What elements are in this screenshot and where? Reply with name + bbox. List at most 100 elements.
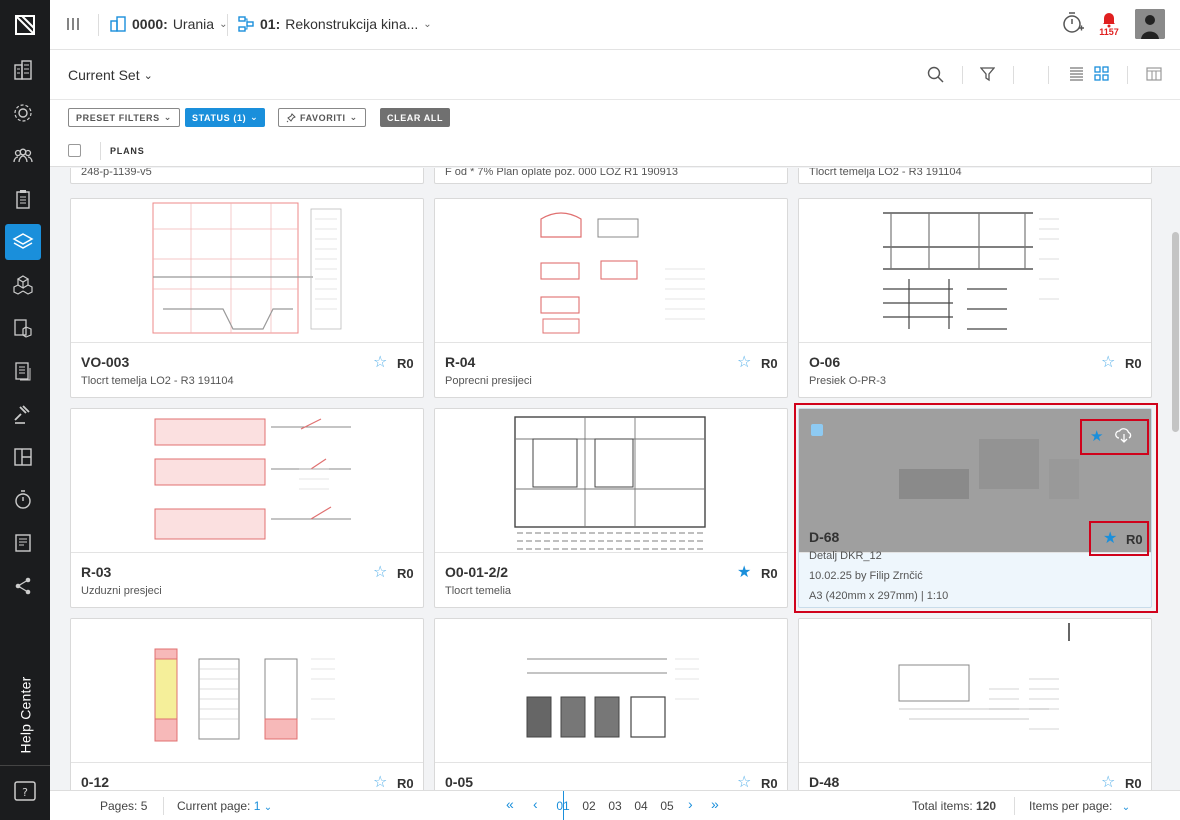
filter-chips-row: PRESET FILTERS ⌄ STATUS (1) ⌄ FAVORITI ⌄… — [50, 100, 1180, 134]
favoriti-filter-button[interactable]: FAVORITI ⌄ — [278, 108, 366, 127]
toolbar-separator — [962, 66, 963, 84]
footer-separator — [163, 797, 164, 815]
buildings-icon[interactable] — [5, 52, 41, 88]
favorite-star-icon[interactable]: ☆ — [373, 775, 387, 791]
preset-filters-button[interactable]: PRESET FILTERS ⌄ — [68, 108, 180, 127]
search-icon[interactable] — [927, 66, 944, 86]
company-code: 0000: — [132, 16, 168, 32]
next-page-icon[interactable]: › — [688, 796, 693, 812]
list-view-icon[interactable] — [1069, 66, 1084, 84]
highlight-thumbnail-actions — [1080, 419, 1149, 455]
project-selector[interactable]: 01: Rekonstrukcija kina... ⌄ — [237, 15, 432, 33]
favorite-star-icon[interactable]: ☆ — [737, 775, 751, 791]
plan-name: O-06 — [809, 354, 841, 370]
plan-description: Uzduzni presjeci — [81, 585, 162, 597]
plan-card[interactable]: D-48 ☆ R0 — [798, 618, 1152, 790]
documents-cube-icon[interactable] — [5, 310, 41, 346]
share-icon[interactable] — [5, 568, 41, 604]
sidebar: Help Center ? — [0, 0, 50, 820]
plan-card[interactable]: R-04 Poprecni presijeci ☆ R0 — [434, 198, 788, 398]
grid-view-icon[interactable] — [1094, 66, 1109, 84]
plan-card-partial[interactable]: F od * 7% Plan oplate poz. 000 LOZ R1 19… — [434, 168, 788, 184]
items-per-page-label: Items per page: — [1029, 799, 1113, 813]
plan-card-partial[interactable]: Tlocrt temelja LO2 - R3 191104 — [798, 168, 1152, 184]
timer-add-icon[interactable] — [1062, 10, 1084, 39]
favorite-star-icon[interactable]: ☆ — [1101, 775, 1115, 791]
gear-network-icon[interactable] — [5, 95, 41, 131]
report-icon[interactable] — [5, 525, 41, 561]
plan-card[interactable]: R-03 Uzduzni presjeci ☆ R0 — [70, 408, 424, 608]
favorite-star-icon[interactable]: ★ — [737, 565, 751, 581]
scrollbar-thumb[interactable] — [1172, 232, 1179, 432]
revision-label: R0 — [397, 566, 414, 581]
help-center-link[interactable]: Help Center — [0, 672, 50, 758]
plan-description: Poprecni presijeci — [445, 375, 532, 387]
plan-thumbnail — [799, 619, 1151, 763]
revision-label: R0 — [761, 566, 778, 581]
plan-card-partial[interactable]: 248-p-1139-v5 — [70, 168, 424, 184]
filter-icon[interactable] — [979, 66, 996, 85]
chevron-down-icon: ⌄ — [423, 18, 432, 30]
help-book-icon[interactable]: ? — [12, 778, 38, 804]
first-page-icon[interactable]: « — [506, 796, 514, 812]
plan-description: Tlocrt temelja LO2 - R3 191104 — [809, 168, 962, 178]
list-documents-icon[interactable] — [5, 353, 41, 389]
favorite-star-icon[interactable]: ☆ — [373, 565, 387, 581]
layers-icon[interactable] — [5, 224, 41, 260]
columns-menu-icon[interactable] — [65, 16, 81, 35]
page-number[interactable]: 01 — [554, 799, 572, 813]
plan-thumbnail — [71, 619, 423, 763]
favorite-star-icon[interactable]: ☆ — [373, 355, 387, 371]
plan-card[interactable]: 0-12 ☆ R0 — [70, 618, 424, 790]
last-page-icon[interactable]: » — [711, 796, 719, 812]
select-all-checkbox[interactable] — [68, 144, 81, 157]
current-page-selector[interactable]: Current page: 1 ⌄ — [177, 799, 272, 813]
items-per-page-selector[interactable]: Items per page: ⌄ — [1029, 799, 1130, 813]
top-bar: 0000: Urania ⌄ 01: Rekonstrukcija kina..… — [50, 0, 1180, 50]
plan-description: F od * 7% Plan oplate poz. 000 LOZ R1 19… — [445, 168, 678, 178]
app-logo-icon[interactable] — [0, 0, 50, 50]
plan-card[interactable]: VO-003 Tlocrt temelja LO2 - R3 191104 ☆ … — [70, 198, 424, 398]
pages-label: Pages: — [100, 799, 138, 813]
company-selector[interactable]: 0000: Urania ⌄ — [109, 15, 227, 33]
plan-description: Tlocrt temelia — [445, 585, 512, 597]
topbar-separator — [227, 14, 228, 36]
table-columns-icon[interactable] — [1146, 66, 1162, 85]
footer-separator — [1014, 797, 1015, 815]
plan-thumbnail — [435, 409, 787, 553]
stopwatch-icon[interactable] — [5, 482, 41, 518]
page-number[interactable]: 05 — [658, 799, 676, 813]
plan-description: Tlocrt temelja LO2 - R3 191104 — [81, 375, 234, 387]
plan-card[interactable]: 0-05 ☆ R0 — [434, 618, 788, 790]
company-building-icon — [110, 16, 126, 32]
clipboard-icon[interactable] — [5, 181, 41, 217]
total-items-info: Total items: 120 — [912, 799, 996, 813]
favorite-star-icon[interactable]: ☆ — [1101, 355, 1115, 371]
chevron-down-icon: ⌄ — [143, 69, 153, 82]
gavel-icon[interactable] — [5, 396, 41, 432]
plan-thumbnail — [435, 619, 787, 763]
page-number[interactable]: 04 — [632, 799, 650, 813]
plan-card[interactable]: O0-01-2/2 Tlocrt temelia ★ R0 — [434, 408, 788, 608]
pages-value: 5 — [140, 799, 148, 813]
toolbar-separator — [1013, 66, 1014, 84]
status-filter-button[interactable]: STATUS (1) ⌄ — [185, 108, 266, 127]
revision-label: R0 — [397, 356, 414, 371]
layout-icon[interactable] — [5, 439, 41, 475]
favorite-star-icon[interactable]: ☆ — [737, 355, 751, 371]
sidebar-divider — [0, 765, 50, 766]
page-number[interactable]: 02 — [580, 799, 598, 813]
current-set-dropdown[interactable]: Current Set ⌄ — [68, 67, 153, 83]
help-center-label: Help Center — [17, 676, 33, 754]
cubes-icon[interactable] — [5, 267, 41, 303]
people-icon[interactable] — [5, 138, 41, 174]
plan-thumbnail — [71, 409, 423, 553]
previous-page-icon[interactable]: ‹ — [533, 796, 538, 812]
plan-card[interactable]: O-06 Presiek O-PR-3 ☆ R0 — [798, 198, 1152, 398]
page-number[interactable]: 03 — [606, 799, 624, 813]
svg-text:?: ? — [22, 786, 28, 799]
clear-all-button[interactable]: CLEAR ALL — [380, 108, 451, 127]
revision-label: R0 — [761, 356, 778, 371]
pages-info: Pages: 5 — [100, 799, 147, 813]
avatar[interactable] — [1135, 9, 1165, 39]
